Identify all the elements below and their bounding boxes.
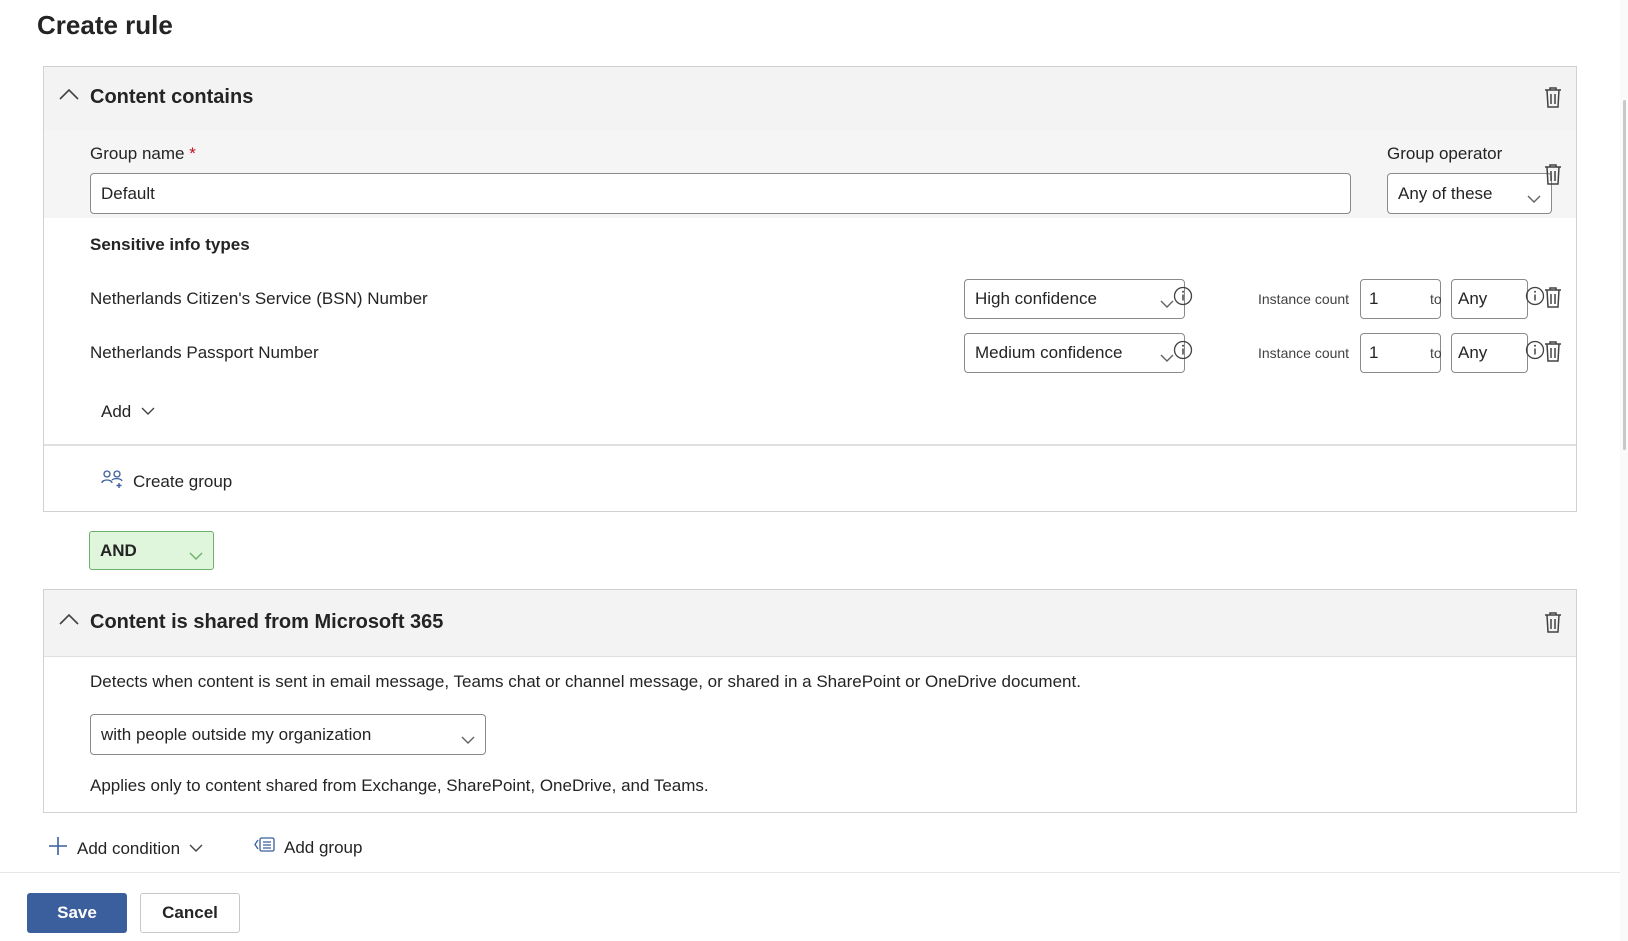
confidence-select[interactable]: High confidence [964,279,1185,319]
create-group-icon [101,469,125,494]
share-scope-select[interactable]: with people outside my organization [90,714,486,755]
create-group-button[interactable]: Create group [101,469,232,494]
chevron-up-icon[interactable] [58,87,80,106]
group-settings-band: Group name * Default Group operator Any … [44,130,1576,219]
info-icon[interactable] [1173,340,1193,360]
instance-count-label: Instance count [1258,291,1350,307]
content-contains-panel: Content contains Group name * Default Gr… [43,66,1577,512]
sit-row: Netherlands Passport Number Medium confi… [44,326,1576,381]
content-shared-panel: Content is shared from Microsoft 365 Det… [43,589,1577,813]
chevron-down-icon [461,730,475,750]
add-label: Add [101,402,132,421]
instance-min-value: 1 [1369,343,1379,362]
group-operator-select[interactable]: Any of these [1387,173,1552,214]
add-condition-button[interactable]: Add condition [48,836,203,861]
add-sit-dropdown[interactable]: Add [101,402,155,422]
instance-max-input[interactable]: Any [1451,333,1528,373]
sit-row: Netherlands Citizen's Service (BSN) Numb… [44,272,1576,327]
group-operator-label: Group operator [1387,144,1503,163]
footer-divider [0,872,1620,873]
sit-header: Sensitive info types [90,235,250,254]
cancel-button[interactable]: Cancel [140,893,240,933]
chevron-up-icon[interactable] [58,612,80,631]
plus-icon [48,836,68,861]
shared-description: Detects when content is sent in email me… [90,672,1081,691]
chevron-down-icon [1160,294,1174,314]
instance-min-input[interactable]: 1 [1360,279,1441,319]
chevron-down-icon [1160,348,1174,368]
add-group-button[interactable]: Add group [254,836,362,859]
group-operator-value: Any of these [1398,183,1493,203]
add-group-icon [254,836,276,859]
panel-title: Content is shared from Microsoft 365 [90,611,444,633]
panel-title: Content contains [90,86,254,108]
instance-max-input[interactable]: Any [1451,279,1528,319]
to-label: to [1430,345,1442,361]
and-operator-select[interactable]: AND [89,531,214,570]
add-row: Add [44,380,1576,446]
sit-name: Netherlands Citizen's Service (BSN) Numb… [90,289,428,308]
to-label: to [1430,291,1442,307]
confidence-select[interactable]: Medium confidence [964,333,1185,373]
create-group-label: Create group [133,471,233,491]
instance-min-input[interactable]: 1 [1360,333,1441,373]
info-icon[interactable] [1173,286,1193,306]
delete-sit-trash-icon[interactable] [1542,285,1564,309]
chevron-down-icon [189,840,203,858]
and-operator-value: AND [100,540,137,560]
content-shared-header[interactable]: Content is shared from Microsoft 365 [44,590,1576,657]
chevron-down-icon [1527,189,1541,209]
instance-count-label: Instance count [1258,345,1350,361]
confidence-value: High confidence [975,289,1097,308]
group-name-value: Default [101,183,155,203]
delete-condition-trash-icon[interactable] [1542,610,1564,634]
confidence-value: Medium confidence [975,343,1123,362]
required-mark: * [189,144,196,163]
share-scope-value: with people outside my organization [101,724,372,744]
instance-max-value: Any [1458,289,1488,308]
group-name-input[interactable]: Default [90,173,1351,214]
instance-min-value: 1 [1369,289,1379,308]
chevron-down-icon [141,403,155,421]
sit-header-row: Sensitive info types [44,218,1576,273]
add-condition-label: Add condition [77,838,181,858]
delete-sit-trash-icon[interactable] [1542,339,1564,363]
scrollbar-thumb[interactable] [1623,100,1626,450]
chevron-down-icon [189,546,203,566]
sit-name: Netherlands Passport Number [90,343,319,362]
content-contains-header[interactable]: Content contains [44,67,1576,131]
page-title: Create rule [37,10,173,40]
save-button[interactable]: Save [27,893,127,933]
shared-note: Applies only to content shared from Exch… [90,776,709,795]
delete-group-trash-icon[interactable] [1542,162,1564,186]
delete-condition-trash-icon[interactable] [1542,85,1564,109]
add-group-label: Add group [284,837,363,857]
instance-max-value: Any [1458,343,1488,362]
group-name-label: Group name * [90,144,196,163]
